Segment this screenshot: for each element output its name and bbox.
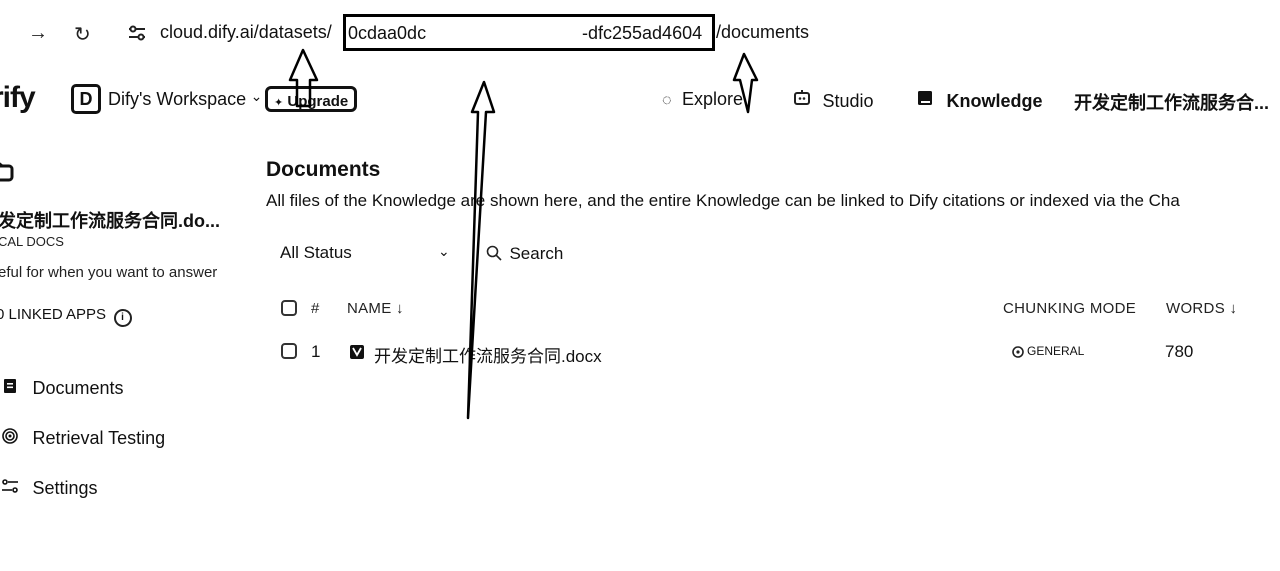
annotation-arrow-right: [732, 52, 759, 114]
annotation-arrows: [288, 48, 759, 420]
annotation-arrow-center: [466, 80, 496, 420]
annotation-arrow-left: [288, 48, 319, 108]
